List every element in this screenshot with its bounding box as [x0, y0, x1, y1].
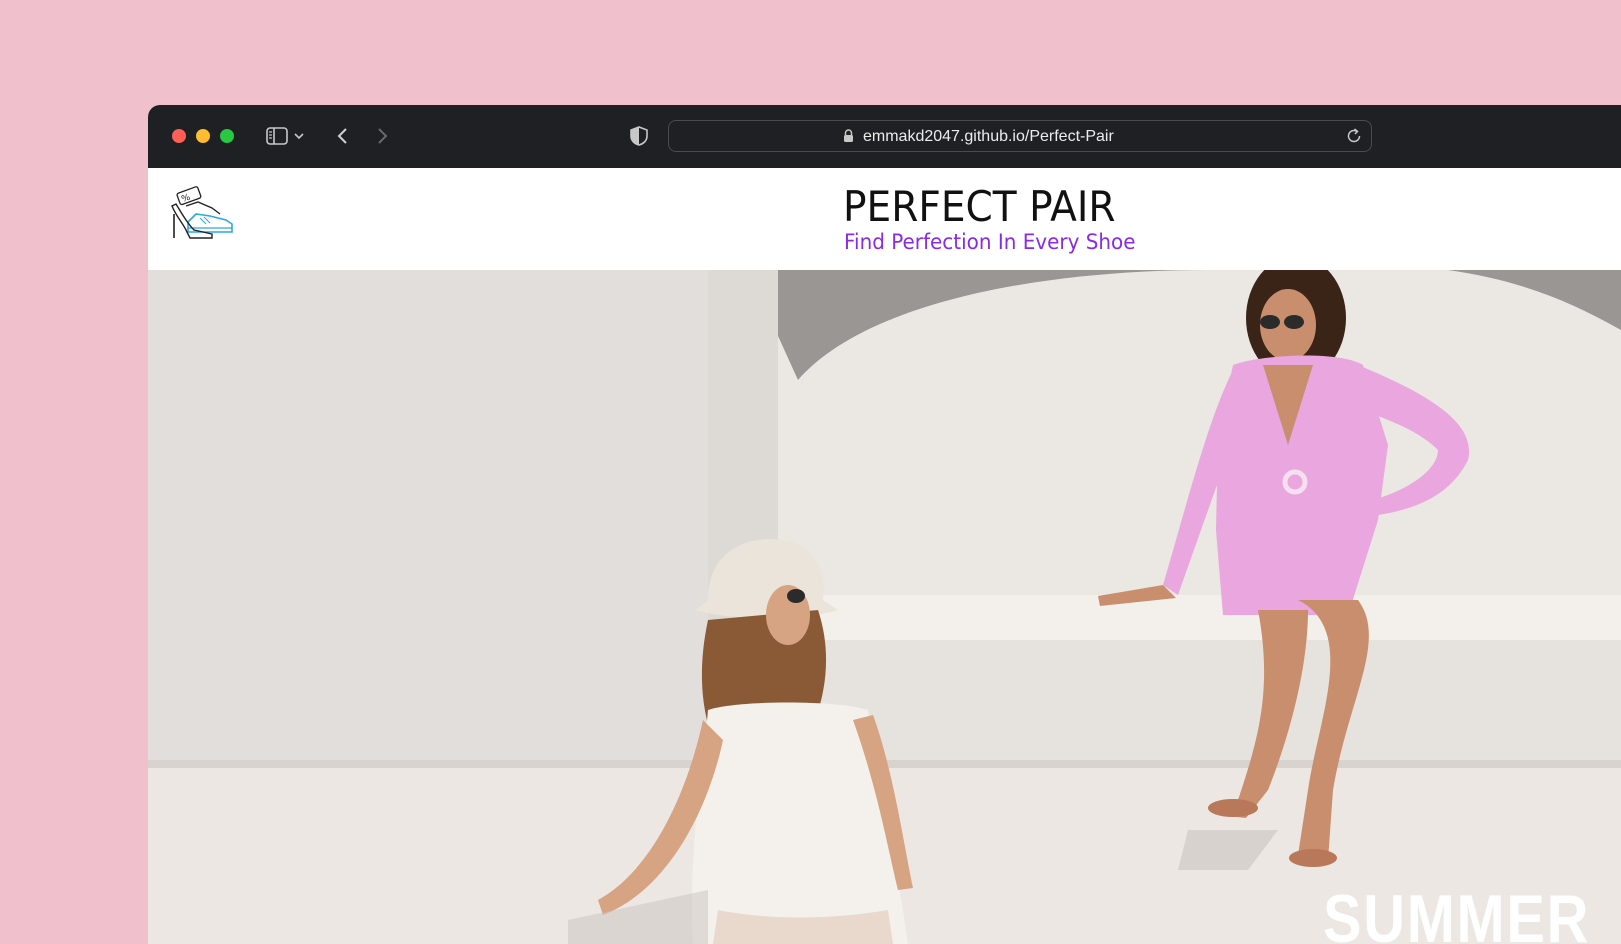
svg-text:%: % — [180, 192, 192, 204]
close-window-button[interactable] — [172, 129, 186, 143]
site-header: % PERFECT PAIR Find Perfection In Every … — [148, 168, 1621, 270]
site-title: PERFECT PAIR — [843, 182, 1116, 231]
url-text: emmakd2047.github.io/Perfect-Pair — [863, 128, 1114, 145]
hero-photo — [148, 270, 1621, 944]
zoom-window-button[interactable] — [220, 129, 234, 143]
browser-window: emmakd2047.github.io/Perfect-Pair % PERF… — [148, 105, 1621, 944]
minimize-window-button[interactable] — [196, 129, 210, 143]
sidebar-icon[interactable] — [264, 123, 290, 149]
hero-image: SUMMER — [148, 270, 1621, 944]
privacy-shield-icon[interactable] — [626, 123, 652, 149]
forward-arrow-icon[interactable] — [370, 123, 396, 149]
address-bar[interactable]: emmakd2047.github.io/Perfect-Pair — [668, 120, 1372, 152]
hero-overlay-text: SUMMER — [1323, 881, 1591, 944]
reload-icon[interactable] — [1345, 127, 1363, 150]
site-tagline: Find Perfection In Every Shoe — [844, 230, 1136, 254]
chevron-down-icon[interactable] — [289, 123, 309, 149]
lock-icon — [843, 129, 854, 148]
browser-toolbar: emmakd2047.github.io/Perfect-Pair — [148, 105, 1621, 168]
shoes-logo-icon[interactable]: % — [166, 186, 236, 242]
back-arrow-icon[interactable] — [329, 123, 355, 149]
